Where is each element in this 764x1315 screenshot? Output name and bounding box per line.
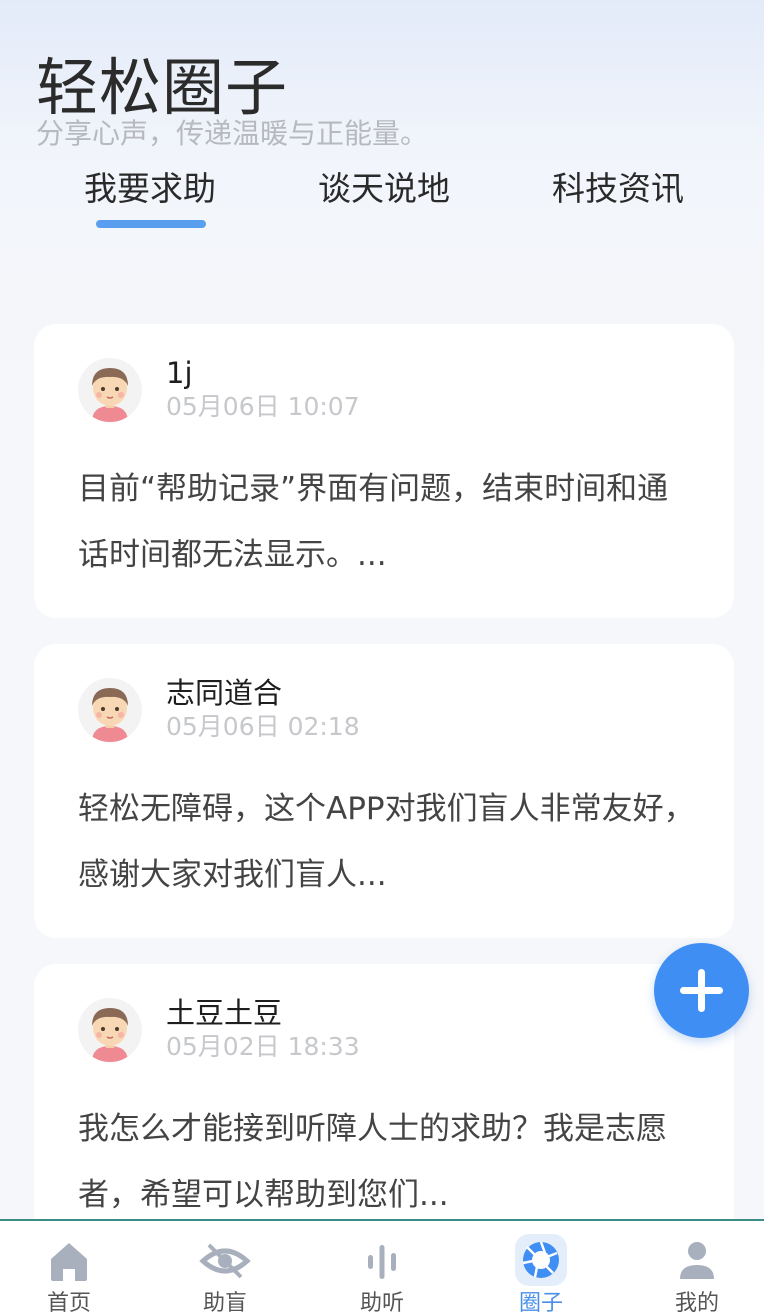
post-timestamp: 05月06日 02:18 [166, 712, 360, 741]
avatar-icon [78, 678, 142, 742]
author-name: 1j [166, 356, 193, 390]
nav-me[interactable]: 我的 [637, 1221, 757, 1315]
tab-tech-news[interactable]: 科技资讯 [518, 166, 718, 212]
nav-home[interactable]: 首页 [9, 1221, 129, 1315]
author-name: 土豆土豆 [166, 996, 283, 1030]
user-icon [680, 1242, 714, 1279]
avatar[interactable] [78, 358, 142, 422]
nav-hearing-assist[interactable]: 助听 [322, 1221, 442, 1315]
post-body: 我怎么才能接到听障人士的求助？我是志愿者，希望可以帮助到您们... [78, 1111, 667, 1213]
eye-icon [199, 1243, 251, 1279]
nav-label: 我的 [674, 1291, 719, 1315]
post-card[interactable]: 1j 05月06日 10:07 目前“帮助记录”界面有问题，结束时间和通话时间都… [34, 324, 734, 618]
avatar[interactable] [78, 998, 142, 1062]
author-name: 志同道合 [166, 676, 283, 710]
aperture-icon [515, 1234, 567, 1286]
post-card[interactable]: 志同道合 05月06日 02:18 轻松无障碍，这个APP对我们盲人非常友好，感… [34, 644, 734, 938]
home-icon [51, 1243, 87, 1281]
post-timestamp: 05月02日 18:33 [166, 1032, 360, 1061]
avatar-icon [78, 998, 142, 1062]
nav-circle[interactable]: 圈子 [481, 1221, 601, 1315]
post-timestamp: 05月06日 10:07 [166, 392, 360, 421]
nav-label: 首页 [46, 1291, 91, 1315]
active-tab-indicator [96, 220, 206, 228]
post-card[interactable]: 土豆土豆 05月02日 18:33 我怎么才能接到听障人士的求助？我是志愿者，希… [34, 964, 734, 1258]
post-body: 目前“帮助记录”界面有问题，结束时间和通话时间都无法显示。... [78, 471, 669, 573]
nav-label: 助听 [359, 1291, 404, 1315]
avatar[interactable] [78, 678, 142, 742]
plus-icon [680, 969, 723, 1012]
audio-wave-icon [368, 1245, 396, 1279]
page-subtitle: 分享心声，传递温暖与正能量。 [36, 117, 429, 150]
tab-help[interactable]: 我要求助 [50, 166, 250, 212]
avatar-icon [78, 358, 142, 422]
page-title: 轻松圈子 [36, 51, 289, 124]
new-post-button[interactable] [654, 943, 749, 1038]
nav-label: 圈子 [518, 1291, 563, 1315]
post-body: 轻松无障碍，这个APP对我们盲人非常友好，感谢大家对我们盲人... [78, 791, 695, 893]
nav-label: 助盲 [202, 1291, 247, 1315]
tab-chat[interactable]: 谈天说地 [284, 166, 484, 212]
bottom-navigation: 首页 助盲 助听 圈子 我的 [0, 1219, 764, 1315]
nav-blind-assist[interactable]: 助盲 [165, 1221, 285, 1315]
